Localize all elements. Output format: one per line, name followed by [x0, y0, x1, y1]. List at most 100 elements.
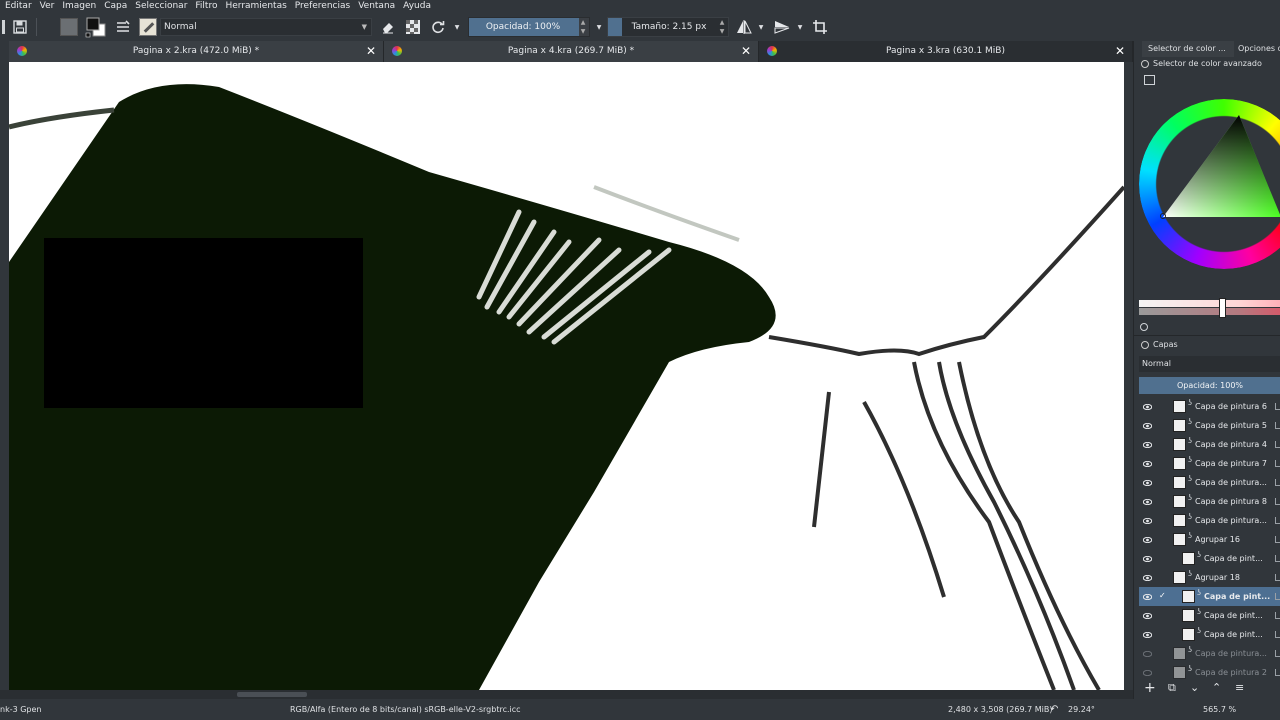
drawing-canvas[interactable] — [9, 62, 1124, 690]
move-up-icon[interactable]: ⌃ — [1212, 678, 1221, 698]
eye-icon[interactable] — [1142, 574, 1153, 582]
blend-mode-select[interactable]: Normal ▼ — [160, 18, 372, 36]
lock-icon[interactable] — [1275, 555, 1280, 562]
fg-bg-color-icon[interactable] — [84, 17, 108, 38]
layer-row[interactable]: ʖ Capa de pintura... — [1139, 511, 1280, 530]
spin-down-icon[interactable]: ▼ — [579, 28, 587, 36]
mirror-vertical-icon[interactable] — [772, 17, 792, 37]
tab-pagina-4[interactable]: Pagina x 4.kra (269.7 MiB) * ✕ — [384, 41, 759, 62]
lock-icon[interactable] — [1275, 479, 1280, 486]
eye-icon[interactable] — [1142, 536, 1153, 544]
check-icon[interactable]: ✓ — [1159, 591, 1169, 601]
status-zoom[interactable]: 565.7 % — [1203, 699, 1236, 720]
menu-capa[interactable]: Capa — [104, 0, 127, 13]
crop-icon[interactable] — [810, 17, 830, 37]
layer-row[interactable]: ʖ Capa de pintura 8 — [1139, 492, 1280, 511]
tab-pagina-3[interactable]: Pagina x 3.kra (630.1 MiB) ✕ — [759, 41, 1133, 62]
add-layer-icon[interactable]: + — [1144, 678, 1156, 698]
color-history-strip[interactable] — [1139, 300, 1280, 307]
lock-icon[interactable] — [1275, 422, 1280, 429]
menu-ver[interactable]: Ver — [40, 0, 55, 13]
eye-icon[interactable] — [1142, 650, 1153, 658]
eye-icon[interactable] — [1142, 555, 1153, 563]
float-icon[interactable] — [1141, 340, 1149, 349]
lock-icon[interactable] — [1275, 593, 1280, 600]
layer-row[interactable]: ✓ ʖ Capa de pint... — [1139, 587, 1280, 606]
spin-up-icon[interactable]: ▲ — [579, 19, 587, 27]
horizontal-scrollbar[interactable] — [0, 690, 1133, 699]
eye-icon[interactable] — [1142, 403, 1153, 411]
save-icon[interactable] — [10, 17, 30, 37]
refresh-icon[interactable] — [1140, 323, 1148, 331]
layer-row[interactable]: ʖ Capa de pintura 5 — [1139, 416, 1280, 435]
layer-row[interactable]: ʖ Capa de pintura... — [1139, 473, 1280, 492]
gradient-swatch[interactable] — [58, 17, 80, 37]
lock-icon[interactable] — [1275, 574, 1280, 581]
layer-row[interactable]: ʖ Capa de pintura... — [1139, 644, 1280, 663]
lock-icon[interactable] — [1275, 669, 1280, 676]
layer-row[interactable]: ʖ Capa de pint... — [1139, 625, 1280, 644]
eye-icon[interactable] — [1142, 631, 1153, 639]
shade-handle[interactable] — [1219, 298, 1226, 318]
eye-icon[interactable] — [1142, 460, 1153, 468]
tab-color-selector[interactable]: Selector de color ... — [1142, 41, 1234, 57]
eye-icon[interactable] — [1142, 498, 1153, 506]
menu-ayuda[interactable]: Ayuda — [403, 0, 431, 13]
layer-row[interactable]: ʖ Capa de pintura 4 — [1139, 435, 1280, 454]
chevron-down-icon[interactable]: ▼ — [594, 17, 604, 37]
close-icon[interactable]: ✕ — [365, 45, 377, 57]
move-down-icon[interactable]: ⌄ — [1190, 678, 1199, 698]
color-shade-strip[interactable] — [1139, 308, 1280, 315]
scrollbar-thumb[interactable] — [237, 692, 307, 697]
chevron-down-icon[interactable]: ▼ — [451, 17, 463, 37]
menu-herramientas[interactable]: Herramientas — [225, 0, 286, 13]
lock-icon[interactable] — [1275, 441, 1280, 448]
chevron-down-icon[interactable]: ▼ — [756, 17, 766, 37]
eye-icon[interactable] — [1142, 517, 1153, 525]
float-icon[interactable] — [1141, 59, 1149, 68]
menu-imagen[interactable]: Imagen — [62, 0, 96, 13]
eye-icon[interactable] — [1142, 593, 1153, 601]
opacity-slider[interactable]: Opacidad: 100% ▲ ▼ — [468, 17, 590, 37]
lock-icon[interactable] — [1275, 631, 1280, 638]
menu-filtro[interactable]: Filtro — [195, 0, 217, 13]
lock-icon[interactable] — [1275, 536, 1280, 543]
eye-icon[interactable] — [1142, 422, 1153, 430]
spin-up-icon[interactable]: ▲ — [718, 19, 726, 27]
menu-editar[interactable]: Editar — [5, 0, 32, 13]
chevron-down-icon[interactable]: ▼ — [795, 17, 805, 37]
eye-icon[interactable] — [1142, 479, 1153, 487]
menu-ventana[interactable]: Ventana — [358, 0, 395, 13]
eye-icon[interactable] — [1142, 441, 1153, 449]
properties-icon[interactable]: ≡ — [1235, 678, 1244, 698]
menu-seleccionar[interactable]: Seleccionar — [135, 0, 187, 13]
eye-icon[interactable] — [1142, 612, 1153, 620]
tab-pagina-2[interactable]: Pagina x 2.kra (472.0 MiB) * ✕ — [9, 41, 384, 62]
lock-icon[interactable] — [1275, 517, 1280, 524]
lock-icon[interactable] — [1275, 612, 1280, 619]
rotation-icon[interactable]: ↶ — [1050, 699, 1058, 720]
lock-icon[interactable] — [1275, 460, 1280, 467]
lock-icon[interactable] — [1275, 498, 1280, 505]
layer-row[interactable]: ʖ Capa de pint... — [1139, 549, 1280, 568]
lock-icon[interactable] — [1275, 403, 1280, 410]
close-icon[interactable]: ✕ — [740, 45, 752, 57]
reload-icon[interactable] — [428, 17, 448, 37]
tab-options[interactable]: Opciones de — [1232, 41, 1280, 57]
duplicate-layer-icon[interactable]: ⧉ — [1168, 678, 1176, 698]
lock-icon[interactable] — [1275, 650, 1280, 657]
layer-row[interactable]: ʖ Capa de pintura 7 — [1139, 454, 1280, 473]
close-icon[interactable]: ✕ — [1114, 45, 1126, 57]
color-wheel[interactable] — [1139, 97, 1280, 272]
brush-preset-thumbnail[interactable] — [138, 17, 158, 37]
layer-row[interactable]: ʖ Agrupar 16 — [1139, 530, 1280, 549]
layer-row[interactable]: ʖ Agrupar 18 — [1139, 568, 1280, 587]
layer-blend-mode-select[interactable]: Normal — [1139, 356, 1280, 372]
settings-list-icon[interactable] — [1144, 75, 1155, 85]
brush-size-slider[interactable]: Tamaño: 2.15 px ▲ ▼ — [607, 17, 729, 37]
layer-opacity-slider[interactable]: Opacidad: 100% — [1139, 377, 1280, 394]
document-icon[interactable] — [0, 17, 6, 37]
eraser-icon[interactable] — [378, 17, 398, 37]
brush-presets-icon[interactable] — [113, 17, 133, 37]
layer-row[interactable]: ʖ Capa de pintura 6 — [1139, 397, 1280, 416]
